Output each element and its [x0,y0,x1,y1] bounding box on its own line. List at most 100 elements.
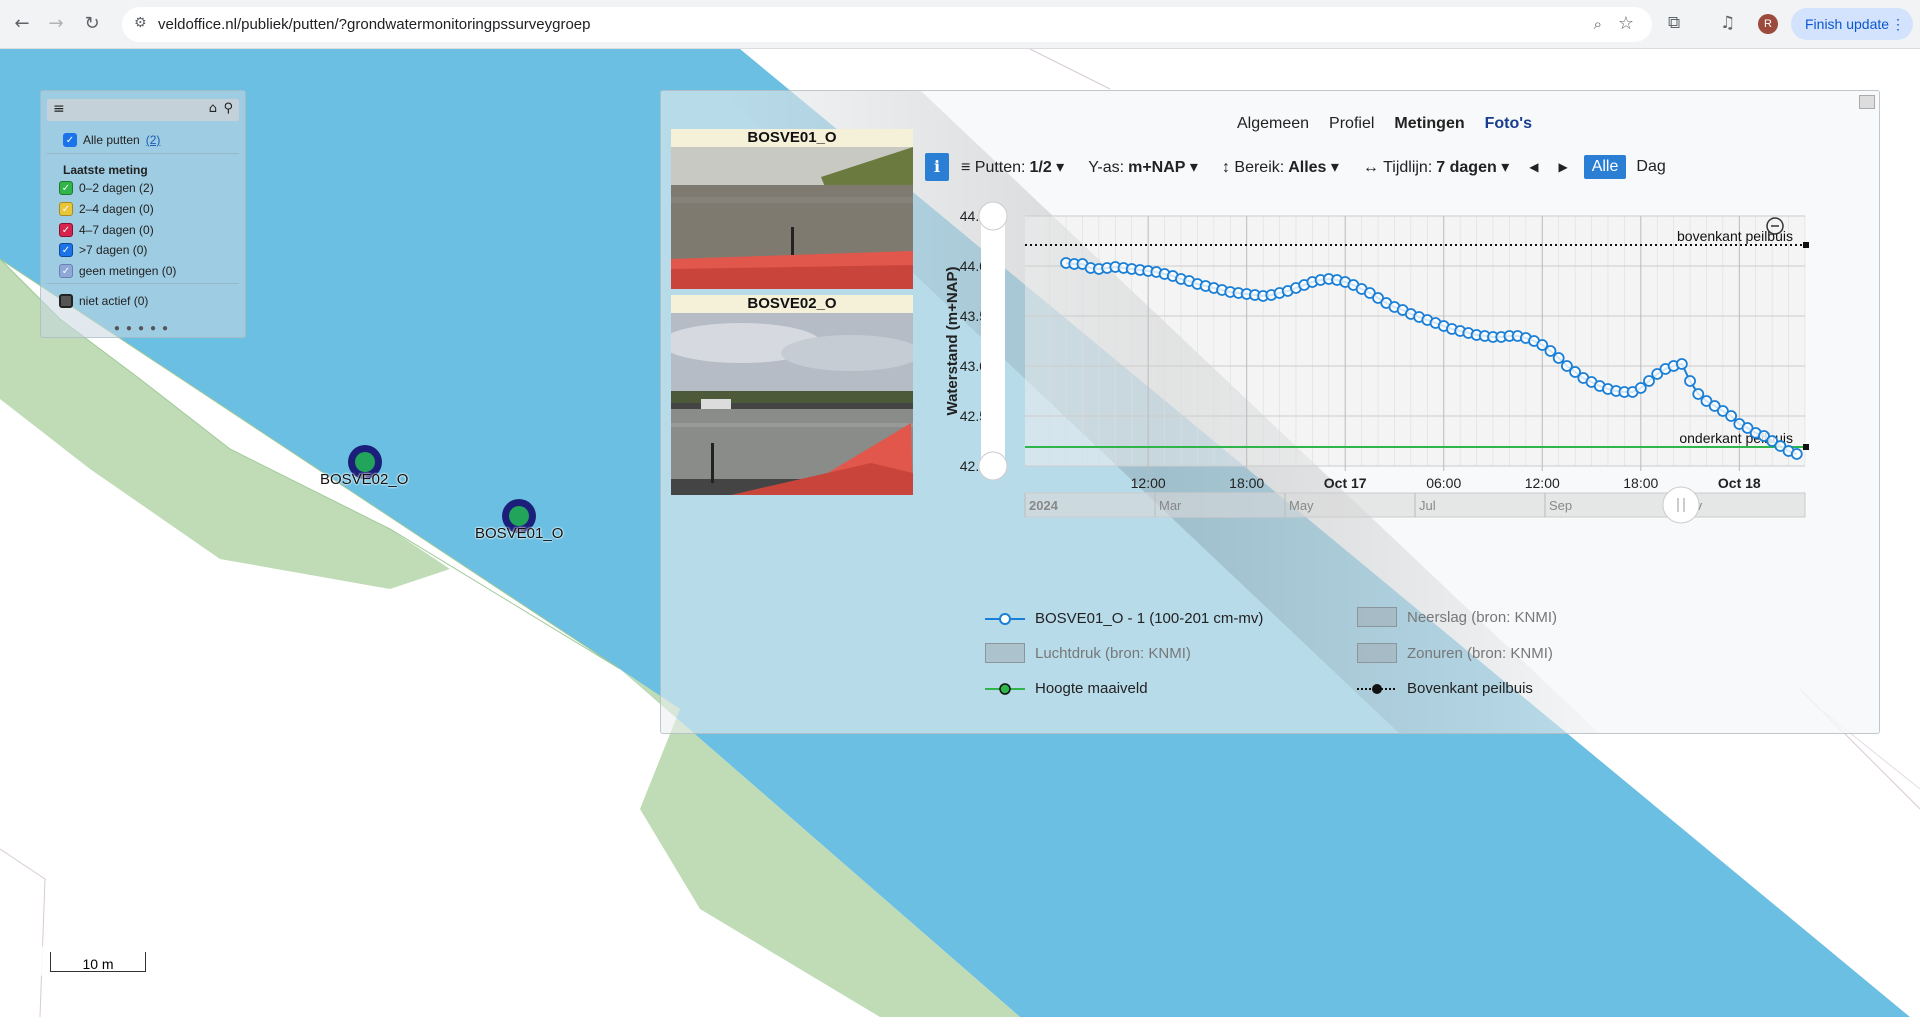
chart-toolbar: i ≡ Putten: 1/2 ▾ Y-as: m+NAP ▾ ↕ Bereik: A… [925,153,1666,181]
putten-select[interactable]: ≡ Putten: 1/2 ▾ [961,157,1064,177]
alle-button[interactable]: Alle [1583,155,1627,179]
photo-card-bosve02[interactable]: BOSVE02_O [671,295,913,495]
tab-fotos[interactable]: Foto's [1485,115,1532,133]
chart-legend-series[interactable]: BOSVE01_O - 1 (100-201 cm-mv) [985,610,1263,627]
chart-legend-luchtdruk[interactable]: Luchtdruk (bron: KNMI) [985,643,1191,663]
legend-item-label: 2–4 dagen (0) [79,202,154,216]
navigator-handle [1662,486,1700,524]
x-tick-label: Oct 17 [1324,475,1367,491]
chart-legend-label: Neerslag (bron: KNMI) [1407,608,1558,626]
legend-item-2-4[interactable]: ✓ 2–4 dagen (0) [59,200,154,218]
data-point [1552,352,1565,364]
navigator-label: Sep [1549,498,1572,513]
forward-icon[interactable]: → [44,12,68,36]
legend-item-no-measurements[interactable]: ✓ geen metingen (0) [59,262,176,280]
photo-image[interactable] [671,147,913,289]
scale-bar: 10 m [40,946,160,976]
plot-area [1025,216,1805,466]
chart-legend-bovenkant[interactable]: Bovenkant peilbuis [1357,680,1533,697]
navigator-label: 2024 [1029,498,1059,513]
legend-checkbox[interactable]: ✓ [59,181,73,195]
chart-legend-maaiveld[interactable]: Hoogte maaiveld [985,680,1148,697]
legend-checkbox[interactable] [59,294,73,308]
range-select[interactable]: ↕ Bereik: Alles ▾ [1222,157,1339,177]
photo-title: BOSVE01_O [671,129,913,147]
chart-legend-label: Zonuren (bron: KNMI) [1407,644,1553,662]
extensions-icon[interactable]: ⧉ [1668,13,1680,33]
data-point [1790,448,1803,460]
legend-item-label: geen metingen (0) [79,264,177,278]
swatch-icon [985,643,1025,663]
next-period-icon[interactable]: ▶ [1558,160,1567,174]
search-icon[interactable]: ⚲ [223,101,233,116]
legend-item-7plus[interactable]: ✓ >7 dagen (0) [59,241,147,259]
legend-section-title: Laatste meting [63,163,148,177]
media-icon[interactable]: ♫ [1720,13,1735,33]
legend-item-label: niet actief (0) [79,294,149,308]
tab-profiel[interactable]: Profiel [1329,115,1374,133]
legend-item-label: 4–7 dagen (0) [79,223,154,237]
legend-item-4-7[interactable]: ✓ 4–7 dagen (0) [59,221,154,239]
legend-checkbox[interactable]: ✓ [59,202,73,216]
water-level-chart[interactable]: 44.544.043.543.042.542.0Waterstand (m+NA… [925,191,1865,571]
swatch-icon [1357,643,1397,663]
y-axis-label: Waterstand (m+NAP) [944,266,961,415]
address-bar[interactable]: ⚙ veldoffice.nl/publiek/putten/?grondwat… [122,7,1652,42]
legend-panel: ≡ ⌂ ⚲ ✓ Alle putten (2) Laatste meting ✓… [40,90,246,338]
dag-button[interactable]: Dag [1636,158,1665,176]
navigator-label: Mar [1159,498,1182,513]
home-icon[interactable]: ⌂ [209,101,217,116]
site-info-icon[interactable]: ⚙ [134,15,147,31]
x-tick-label: Oct 18 [1718,475,1761,491]
well-label-bosve02: BOSVE02_O [320,471,409,488]
legend-item-label: 0–2 dagen (2) [79,181,154,195]
bookmark-star-icon[interactable]: ☆ [1618,13,1634,34]
chart-legend-label: Bovenkant peilbuis [1407,680,1533,697]
chart-legend-label: Luchtdruk (bron: KNMI) [1035,644,1191,662]
x-tick-label: 12:00 [1131,475,1166,491]
all-wells-checkbox[interactable]: ✓ [63,133,77,147]
all-wells-row[interactable]: ✓ Alle putten (2) [63,131,160,149]
chart-legend-label: Hoogte maaiveld [1035,680,1148,697]
legend-header: ≡ ⌂ ⚲ [47,99,239,121]
chart-legend-zonuren[interactable]: Zonuren (bron: KNMI) [1357,643,1553,663]
legend-pager[interactable]: ●●●●● [41,323,247,334]
browser-toolbar: ← → ↻ ⚙ veldoffice.nl/publiek/putten/?gr… [0,0,1920,49]
photo-card-bosve01[interactable]: BOSVE01_O [671,129,913,289]
navigator-label: May [1289,498,1314,513]
legend-item-0-2[interactable]: ✓ 0–2 dagen (2) [59,179,154,197]
y-axis-select[interactable]: Y-as: m+NAP ▾ [1088,157,1198,177]
photo-image[interactable] [671,313,913,495]
chart-legend-neerslag[interactable]: Neerslag (bron: KNMI) [1357,607,1557,627]
legend-divider [47,153,239,154]
menu-icon[interactable]: ≡ [53,101,65,117]
photo-title: BOSVE02_O [671,295,913,313]
y-range-handle-top [978,201,1008,231]
zoom-icon[interactable]: ⌕ [1594,15,1602,33]
back-icon[interactable]: ← [10,12,34,36]
finish-update-button[interactable]: Finish update ⋮ [1791,8,1913,40]
info-button[interactable]: i [925,153,949,181]
tab-metingen[interactable]: Metingen [1394,115,1464,133]
tab-algemeen[interactable]: Algemeen [1237,115,1309,133]
line-dot-icon [985,682,1025,695]
avatar[interactable]: R [1758,14,1778,34]
data-point [1684,375,1696,387]
swatch-icon [1357,607,1397,627]
chart-legend-label: BOSVE01_O - 1 (100-201 cm-mv) [1035,610,1264,627]
legend-item-inactive[interactable]: niet actief (0) [59,292,148,310]
close-panel-button[interactable] [1859,95,1875,109]
reload-icon[interactable]: ↻ [80,12,104,36]
previous-period-icon[interactable]: ◀ [1529,160,1538,174]
well-info-panel: Algemeen Profiel Metingen Foto's BOSVE01… [660,90,1880,734]
legend-checkbox[interactable]: ✓ [59,243,73,257]
timeline-select[interactable]: ↔ Tijdlijn: 7 dagen ▾ [1363,157,1509,177]
all-wells-count-link[interactable]: (2) [146,133,161,147]
panel-tabs: Algemeen Profiel Metingen Foto's [1237,115,1532,133]
line-circle-icon [985,612,1025,625]
legend-checkbox[interactable]: ✓ [59,264,73,278]
legend-checkbox[interactable]: ✓ [59,223,73,237]
url-text[interactable]: veldoffice.nl/publiek/putten/?grondwater… [158,16,591,33]
legend-divider [47,283,239,284]
y-range-slider [981,216,1005,466]
